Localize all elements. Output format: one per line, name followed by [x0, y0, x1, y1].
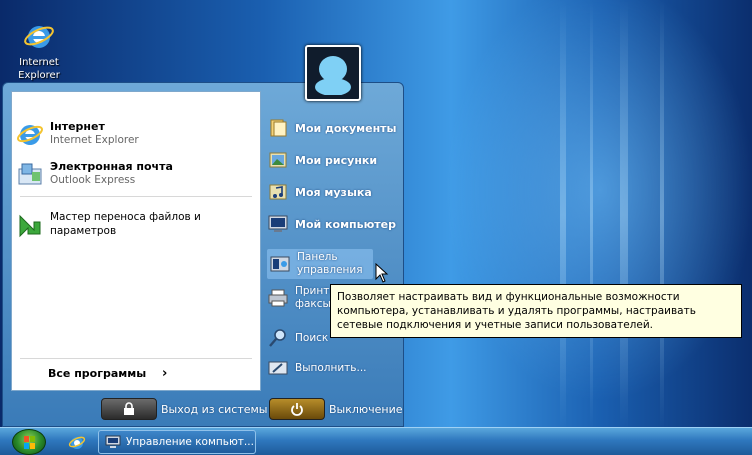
internet-explorer-icon: [24, 26, 54, 48]
control-panel-icon: [270, 256, 290, 272]
my-music-icon: [269, 184, 287, 200]
start-menu-programs-pane: Інтернет Internet Explorer Электронная п…: [11, 91, 261, 391]
menu-separator: [20, 358, 252, 359]
recent-transfer-wizard[interactable]: Мастер переноса файлов и параметров: [16, 210, 210, 238]
place-label: Мои рисунки: [295, 153, 378, 167]
outlook-express-icon: [18, 163, 42, 185]
my-documents-icon: [270, 119, 287, 137]
pinned-title: Электронная почта: [50, 160, 173, 173]
taskbar-window-button[interactable]: Управление компьют...: [98, 430, 256, 454]
start-button[interactable]: [12, 429, 46, 455]
tool-search[interactable]: Поиск: [267, 327, 328, 349]
computer-management-icon: [105, 435, 121, 448]
tool-run[interactable]: Выполнить...: [267, 357, 367, 379]
wallpaper-streak: [560, 0, 566, 430]
place-my-documents[interactable]: Мои документы: [267, 117, 397, 139]
shutdown-label[interactable]: Выключение: [329, 403, 403, 416]
settings-printers[interactable]: Принте факсы: [267, 285, 336, 311]
settings-label: Принте факсы: [295, 285, 336, 310]
my-pictures-icon: [269, 152, 287, 168]
pinned-subtitle: Internet Explorer: [50, 134, 139, 146]
user-silhouette-icon: [315, 56, 351, 95]
taskbar-window-label: Управление компьют...: [126, 436, 254, 448]
pinned-internet[interactable]: Інтернет Internet Explorer: [16, 120, 139, 148]
pinned-subtitle: Outlook Express: [50, 174, 136, 186]
quicklaunch-ie-icon[interactable]: [68, 433, 86, 451]
all-programs-button[interactable]: Все программы: [48, 367, 146, 380]
wallpaper-streak: [660, 0, 664, 430]
place-label: Моя музыка: [295, 185, 372, 199]
place-label: Мои документы: [295, 121, 397, 135]
user-avatar[interactable]: [305, 45, 361, 101]
my-computer-icon: [268, 215, 288, 232]
pinned-email[interactable]: Электронная почта Outlook Express: [16, 160, 173, 188]
shutdown-button[interactable]: [269, 398, 325, 420]
windows-logo-icon: [24, 436, 35, 449]
place-label: Мой компьютер: [295, 217, 397, 231]
desktop-icon-label: Internet Explorer: [18, 57, 60, 81]
start-menu-footer: Выход из системы Выключение: [3, 390, 403, 426]
transfer-wizard-icon: [19, 214, 41, 238]
power-icon: [291, 403, 303, 416]
settings-control-panel[interactable]: Панель управления: [267, 249, 373, 279]
place-my-music[interactable]: Моя музыка: [267, 181, 372, 203]
internet-explorer-icon: [17, 125, 43, 145]
start-menu: Інтернет Internet Explorer Электронная п…: [2, 82, 404, 427]
menu-separator: [20, 196, 252, 197]
desktop-icon-internet-explorer[interactable]: Internet Explorer: [14, 20, 64, 82]
logoff-button[interactable]: [101, 398, 157, 420]
lock-icon: [124, 402, 134, 415]
tool-label: Выполнить...: [295, 361, 367, 374]
pinned-title: Інтернет: [50, 120, 105, 133]
wallpaper-streak: [590, 0, 593, 430]
printers-icon: [268, 289, 288, 307]
recent-title: Мастер переноса файлов и параметров: [50, 211, 201, 237]
mouse-cursor-icon: [375, 263, 389, 283]
search-icon: [269, 329, 286, 347]
taskbar: Управление компьют...: [0, 427, 752, 455]
settings-label: Панель управления: [297, 251, 363, 276]
all-programs-arrow-icon: ›: [162, 366, 168, 381]
control-panel-tooltip: Позволяет настраивать вид и функциональн…: [330, 284, 742, 338]
tool-label: Поиск: [295, 331, 329, 344]
logoff-label[interactable]: Выход из системы: [161, 403, 267, 416]
run-icon: [268, 361, 288, 375]
place-my-computer[interactable]: Мой компьютер: [267, 213, 396, 235]
start-menu-places-pane: Мои документы Мои рисунки Моя музыка Мой…: [261, 91, 401, 391]
wallpaper-streak: [620, 0, 628, 430]
place-my-pictures[interactable]: Мои рисунки: [267, 149, 377, 171]
